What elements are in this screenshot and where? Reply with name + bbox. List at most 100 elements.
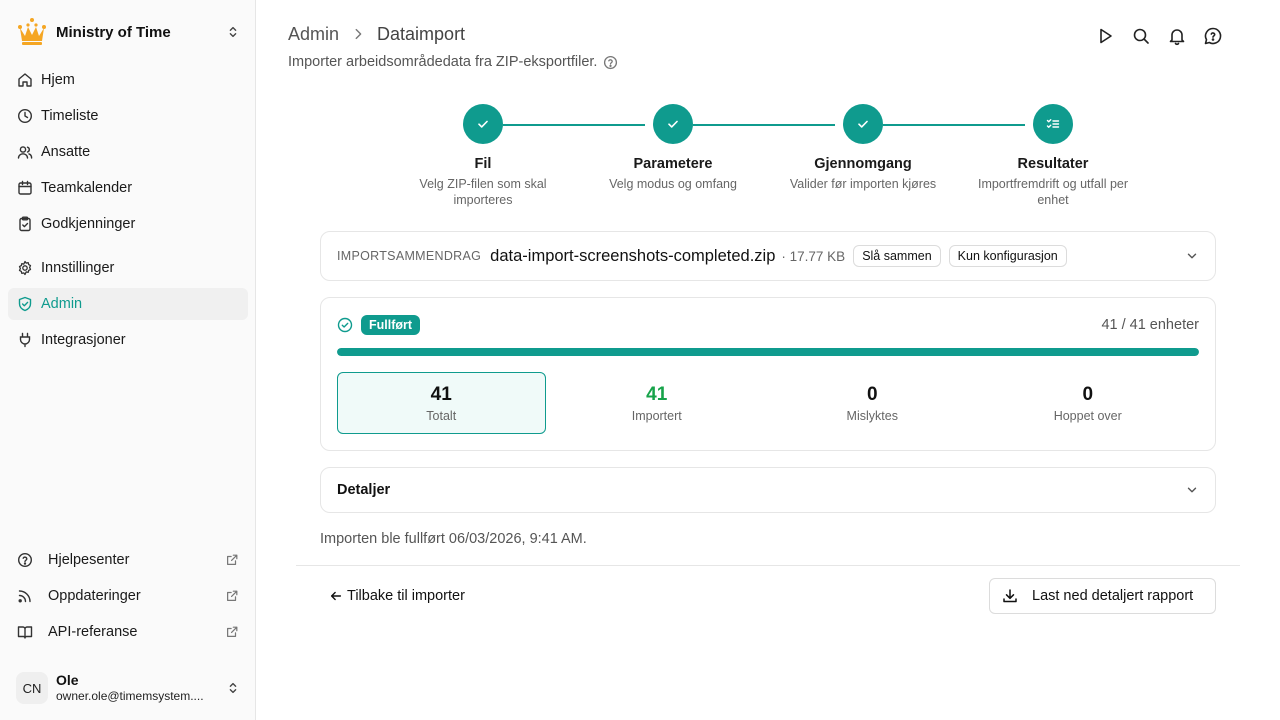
avatar: CN bbox=[16, 672, 48, 704]
step-parametere: Parametere Velg modus og omfang bbox=[588, 104, 758, 192]
user-name: Ole bbox=[56, 672, 79, 688]
sidebar-item-label: Godkjenninger bbox=[41, 216, 136, 232]
help-circle-icon bbox=[17, 552, 33, 568]
bell-icon[interactable] bbox=[1167, 26, 1187, 46]
import-stepper: Fil Velg ZIP-filen som skal importeres P… bbox=[257, 104, 1280, 214]
summary-filename: data-import-screenshots-completed.zip bbox=[490, 246, 776, 265]
back-to-import-button[interactable]: Tilbake til importer bbox=[329, 583, 465, 609]
message-help-icon[interactable] bbox=[1203, 26, 1223, 46]
external-link-icon bbox=[227, 554, 238, 565]
link-hjelpesenter[interactable]: Hjelpesenter bbox=[8, 544, 248, 576]
step-title: Fil bbox=[474, 156, 492, 172]
step-description: Importfremdrift og utfall per enhet bbox=[977, 177, 1129, 207]
sidebar-item-label: Teamkalender bbox=[41, 180, 133, 196]
stat-value: 41 bbox=[646, 384, 668, 405]
stat-label: Importert bbox=[631, 409, 682, 423]
breadcrumb-admin[interactable]: Admin bbox=[288, 24, 339, 45]
step-complete-circle[interactable] bbox=[653, 104, 693, 144]
external-link-icon bbox=[227, 590, 238, 601]
users-icon bbox=[17, 146, 33, 159]
stats-row: 41 Totalt 41 Importert 0 Mislyktes 0 Hop… bbox=[337, 372, 1199, 434]
sidebar-item-timeliste[interactable]: Timeliste bbox=[8, 100, 248, 132]
sidebar-item-admin[interactable]: Admin bbox=[8, 288, 248, 320]
sidebar-item-teamkalender[interactable]: Teamkalender bbox=[8, 172, 248, 204]
details-title: Detaljer bbox=[337, 482, 391, 498]
breadcrumb: Admin Dataimport bbox=[288, 22, 618, 46]
sidebar-item-label: Innstillinger bbox=[41, 260, 115, 276]
step-description: Valider før importen kjøres bbox=[789, 177, 937, 191]
rss-icon bbox=[18, 590, 31, 603]
plug-icon bbox=[19, 332, 31, 348]
chevron-up-down-icon bbox=[229, 26, 237, 38]
play-icon[interactable] bbox=[1095, 26, 1115, 46]
progress-bar bbox=[337, 348, 1199, 356]
stat-importert[interactable]: 41 Importert bbox=[553, 372, 762, 434]
crown-icon bbox=[18, 18, 46, 45]
units-count: 41 / 41 enheter bbox=[1101, 317, 1199, 333]
progress-fill bbox=[337, 348, 1199, 356]
step-description: Velg ZIP-filen som skal importeres bbox=[419, 177, 547, 207]
workspace-switcher[interactable]: Ministry of Time bbox=[8, 14, 248, 50]
sidebar-bottom-links: Hjelpesenter Oppdateringer API-referanse bbox=[8, 544, 248, 652]
user-menu[interactable]: CN Ole owner.ole@timemsystem.... bbox=[8, 664, 248, 712]
stat-value: 0 bbox=[866, 384, 878, 405]
link-api-referanse[interactable]: API-referanse bbox=[8, 616, 248, 648]
external-link-icon bbox=[227, 626, 238, 637]
summary-filesize: · 17.77 KB bbox=[781, 248, 846, 264]
divider bbox=[296, 565, 1240, 566]
arrow-left-icon bbox=[330, 591, 342, 601]
sidebar-item-innstillinger[interactable]: Innstillinger bbox=[8, 252, 248, 284]
clock-icon bbox=[17, 108, 33, 124]
back-button-label: Tilbake til importer bbox=[347, 588, 465, 604]
step-fil: Fil Velg ZIP-filen som skal importeres bbox=[398, 104, 568, 208]
stat-value: 41 bbox=[430, 384, 452, 405]
import-result-card: Fullført 41 / 41 enheter 41 Totalt 41 Im… bbox=[320, 297, 1216, 451]
stat-totalt[interactable]: 41 Totalt bbox=[337, 372, 546, 434]
link-label: API-referanse bbox=[48, 624, 138, 640]
step-complete-circle[interactable] bbox=[843, 104, 883, 144]
top-actions bbox=[1079, 26, 1223, 46]
chevron-down-icon bbox=[1187, 487, 1197, 493]
clipboard-check-icon bbox=[19, 216, 31, 232]
sidebar-item-ansatte[interactable]: Ansatte bbox=[8, 136, 248, 168]
main-content: Admin Dataimport Importer arbeidsområded… bbox=[257, 0, 1280, 720]
summary-label: IMPORTSAMMENDRAG bbox=[337, 249, 482, 263]
step-current-circle[interactable] bbox=[1033, 104, 1073, 144]
list-checks-icon bbox=[1046, 119, 1060, 128]
stat-hoppet-over[interactable]: 0 Hoppet over bbox=[984, 372, 1193, 434]
download-button-label: Last ned detaljert rapport bbox=[1032, 588, 1194, 604]
sidebar-item-godkjenninger[interactable]: Godkjenninger bbox=[8, 208, 248, 240]
details-accordion[interactable]: Detaljer bbox=[320, 467, 1216, 513]
search-icon[interactable] bbox=[1131, 26, 1151, 46]
chevron-down-icon bbox=[1187, 253, 1197, 259]
stat-mislyktes[interactable]: 0 Mislyktes bbox=[768, 372, 977, 434]
calendar-icon bbox=[18, 180, 32, 195]
download-report-button[interactable]: Last ned detaljert rapport bbox=[989, 578, 1216, 614]
check-circle-icon bbox=[337, 317, 353, 333]
sidebar-item-integrasjoner[interactable]: Integrasjoner bbox=[8, 324, 248, 356]
check-icon bbox=[478, 120, 488, 128]
sidebar-item-label: Admin bbox=[41, 296, 83, 312]
shield-check-icon bbox=[18, 296, 32, 312]
help-circle-icon[interactable] bbox=[603, 55, 618, 70]
home-icon bbox=[18, 73, 32, 87]
sidebar-item-hjem[interactable]: Hjem bbox=[8, 64, 248, 96]
stat-value: 0 bbox=[1082, 384, 1094, 405]
step-description: Velg modus og omfang bbox=[609, 177, 737, 191]
sidebar-item-label: Timeliste bbox=[41, 108, 99, 124]
check-icon bbox=[668, 120, 678, 128]
user-email: owner.ole@timemsystem.... bbox=[56, 689, 204, 703]
page-header: Admin Dataimport Importer arbeidsområded… bbox=[288, 22, 618, 70]
sidebar-item-label: Integrasjoner bbox=[41, 332, 126, 348]
sidebar-item-label: Ansatte bbox=[41, 144, 91, 160]
step-title: Resultater bbox=[1017, 156, 1089, 172]
workspace-name: Ministry of Time bbox=[56, 23, 171, 41]
completed-timestamp: Importen ble fullført 06/03/2026, 9:41 A… bbox=[320, 531, 587, 547]
breadcrumb-current: Dataimport bbox=[377, 23, 466, 44]
link-oppdateringer[interactable]: Oppdateringer bbox=[8, 580, 248, 612]
step-complete-circle[interactable] bbox=[463, 104, 503, 144]
stat-label: Mislyktes bbox=[846, 409, 898, 423]
step-gjennomgang: Gjennomgang Valider før importen kjøres bbox=[778, 104, 948, 192]
import-summary-card[interactable]: IMPORTSAMMENDRAG data-import-screenshots… bbox=[320, 231, 1216, 281]
gear-icon bbox=[18, 260, 32, 276]
